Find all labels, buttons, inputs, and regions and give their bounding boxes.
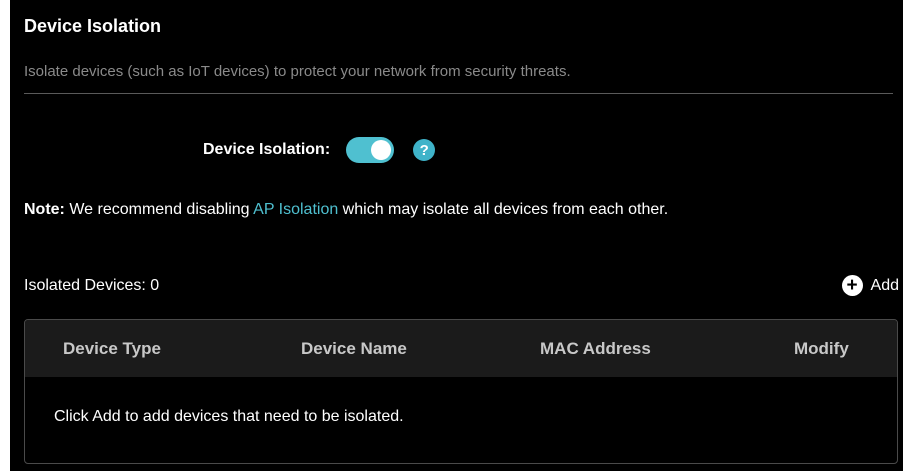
add-button-label: Add (870, 276, 899, 294)
isolated-devices-count: Isolated Devices: 0 (24, 277, 160, 294)
ap-isolation-link[interactable]: AP Isolation (253, 201, 338, 218)
device-isolation-row: Device Isolation: ? (203, 135, 436, 165)
table-header: Device Type Device Name MAC Address Modi… (25, 320, 897, 377)
column-header-mac-address: MAC Address (540, 339, 651, 358)
column-header-device-type: Device Type (63, 339, 161, 358)
note-text-before: We recommend disabling (64, 201, 254, 218)
add-device-button[interactable]: + Add (841, 275, 899, 296)
table-empty-message: Click Add to add devices that need to be… (54, 408, 404, 425)
divider (24, 93, 893, 94)
section-title: Device Isolation (24, 16, 162, 36)
column-header-modify: Modify (794, 339, 849, 358)
plus-circle-icon: + (841, 275, 863, 296)
note-prefix: Note: (24, 201, 65, 218)
note-text-after: which may isolate all devices from each … (338, 201, 669, 218)
toggle-knob (371, 140, 392, 160)
column-header-device-name: Device Name (301, 339, 407, 358)
device-isolation-label: Device Isolation: (203, 141, 331, 158)
section-description: Isolate devices (such as IoT devices) to… (24, 63, 571, 80)
note-text: Note: We recommend disabling AP Isolatio… (24, 201, 668, 219)
device-isolation-toggle[interactable] (346, 137, 395, 163)
device-isolation-panel: Device Isolation Isolate devices (such a… (10, 0, 903, 471)
isolated-devices-table: Device Type Device Name MAC Address Modi… (24, 319, 898, 464)
question-mark-icon[interactable]: ? (413, 139, 436, 161)
